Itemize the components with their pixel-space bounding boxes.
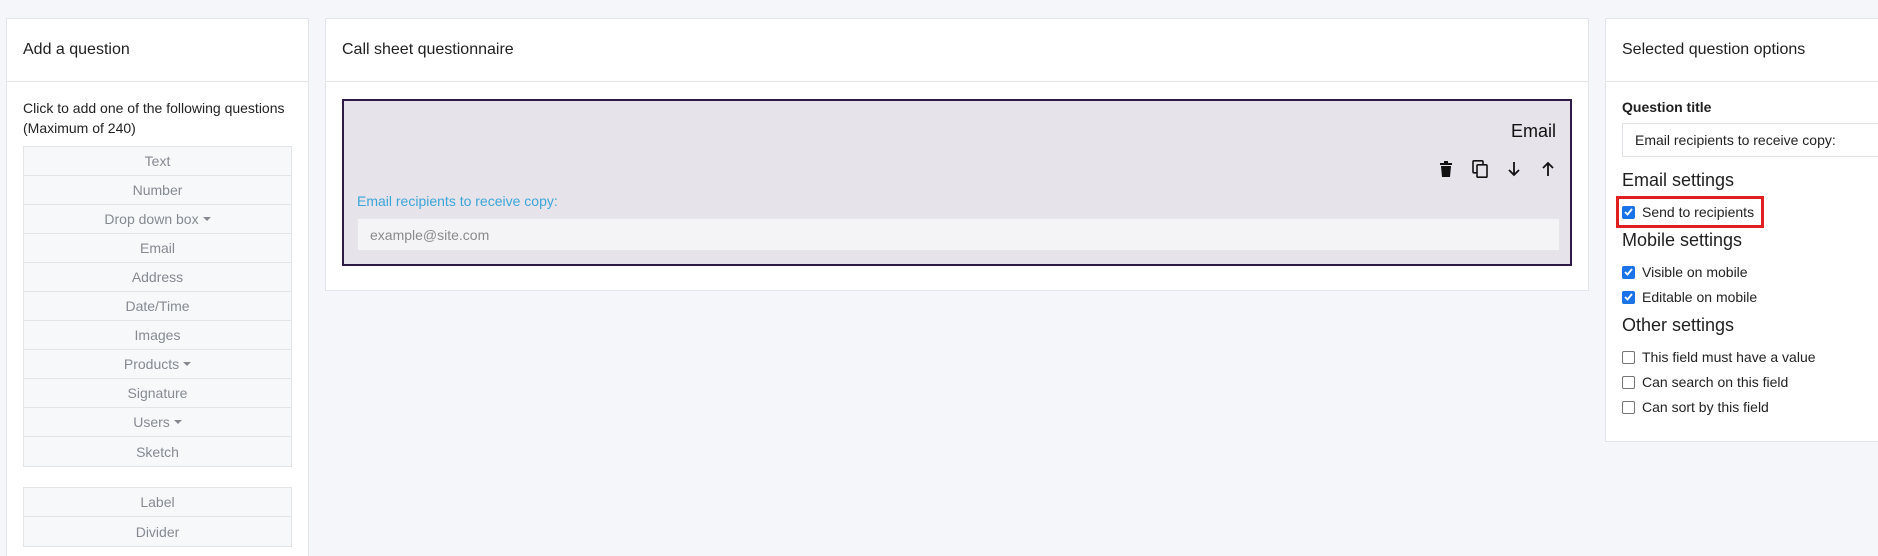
question-options-panel: Selected question options Question title…: [1605, 18, 1878, 442]
caret-down-icon: [173, 420, 182, 424]
question-type-products[interactable]: Products: [24, 350, 291, 379]
arrow-down-icon[interactable]: [1502, 157, 1526, 181]
questionnaire-panel: Call sheet questionnaire Email Email rec…: [325, 18, 1589, 291]
question-type-images[interactable]: Images: [24, 321, 291, 350]
questionnaire-header: Call sheet questionnaire: [326, 19, 1588, 82]
question-type-datetime[interactable]: Date/Time: [24, 292, 291, 321]
caret-down-icon: [183, 362, 192, 366]
arrow-up-icon[interactable]: [1536, 157, 1560, 181]
question-type-label: Drop down box: [104, 211, 199, 227]
question-type-label: Number: [132, 182, 183, 198]
sortable-field-checkbox[interactable]: Can sort by this field: [1622, 399, 1769, 415]
question-type-label: Date/Time: [125, 298, 190, 314]
question-type-label: Users: [133, 414, 170, 430]
selected-question-card[interactable]: Email Email recipients to receive copy:: [342, 99, 1572, 266]
caret-down-icon: [202, 217, 211, 221]
element-type-divider[interactable]: Divider: [24, 517, 291, 546]
question-label: Email recipients to receive copy:: [357, 193, 558, 209]
add-question-title: Add a question: [23, 41, 130, 58]
email-preview-input[interactable]: [357, 218, 1560, 251]
trash-icon[interactable]: [1434, 157, 1458, 181]
question-type-dropdown[interactable]: Drop down box: [24, 205, 291, 234]
question-type-label: Signature: [127, 385, 188, 401]
element-type-text: Divider: [135, 523, 180, 540]
question-title-label: Question title: [1622, 99, 1712, 115]
email-settings-heading: Email settings: [1622, 170, 1735, 190]
mobile-settings-heading: Mobile settings: [1622, 230, 1743, 250]
question-type-signature[interactable]: Signature: [24, 379, 291, 408]
element-type-text: Label: [140, 494, 175, 510]
question-type-number[interactable]: Number: [24, 176, 291, 205]
checkbox-checked-icon: [1622, 290, 1635, 304]
checkbox-checked-icon: [1622, 205, 1635, 219]
send-to-recipients-checkbox[interactable]: Send to recipients: [1622, 204, 1754, 220]
question-toolbar: [1434, 157, 1560, 181]
extra-element-list: Label Divider: [23, 487, 292, 547]
send-to-recipients-label: Send to recipients: [1642, 204, 1755, 220]
add-question-panel: Add a question Click to add one of the f…: [6, 18, 309, 556]
question-type-label: Sketch: [136, 443, 179, 460]
question-type-text[interactable]: Text: [24, 147, 291, 176]
required-field-checkbox[interactable]: This field must have a value: [1622, 349, 1816, 365]
question-type-sketch[interactable]: Sketch: [24, 437, 291, 466]
question-type-address[interactable]: Address: [24, 263, 291, 292]
required-field-label: This field must have a value: [1642, 349, 1816, 365]
add-question-header: Add a question: [7, 19, 308, 82]
element-type-label[interactable]: Label: [24, 488, 291, 517]
visible-on-mobile-label: Visible on mobile: [1642, 264, 1748, 280]
question-type-label: Images: [134, 327, 181, 343]
checkbox-unchecked-icon: [1622, 350, 1635, 364]
editable-on-mobile-checkbox[interactable]: Editable on mobile: [1622, 289, 1757, 305]
other-settings-heading: Other settings: [1622, 315, 1735, 335]
searchable-field-label: Can search on this field: [1642, 374, 1789, 390]
question-type-users[interactable]: Users: [24, 408, 291, 437]
question-type-label: Text: [144, 153, 171, 169]
copy-icon[interactable]: [1468, 157, 1492, 181]
visible-on-mobile-checkbox[interactable]: Visible on mobile: [1622, 264, 1748, 280]
searchable-field-checkbox[interactable]: Can search on this field: [1622, 374, 1788, 390]
question-type-email[interactable]: Email: [24, 234, 291, 263]
checkbox-checked-icon: [1622, 265, 1635, 279]
question-title-input[interactable]: [1622, 123, 1878, 157]
question-type-label: Products: [123, 356, 180, 372]
questionnaire-title: Call sheet questionnaire: [342, 41, 514, 58]
question-type-label: Email: [139, 240, 175, 256]
question-type-title: Email: [1510, 121, 1556, 141]
checkbox-unchecked-icon: [1622, 375, 1635, 389]
checkbox-unchecked-icon: [1622, 400, 1635, 414]
question-options-title: Selected question options: [1622, 41, 1806, 58]
editable-on-mobile-label: Editable on mobile: [1642, 289, 1758, 305]
add-question-intro: Click to add one of the following questi…: [23, 100, 285, 136]
question-type-label: Address: [131, 269, 184, 285]
question-options-header: Selected question options: [1606, 19, 1878, 82]
sortable-field-label: Can sort by this field: [1642, 399, 1769, 415]
question-type-list: Text Number Drop down box Email Address …: [23, 146, 292, 467]
